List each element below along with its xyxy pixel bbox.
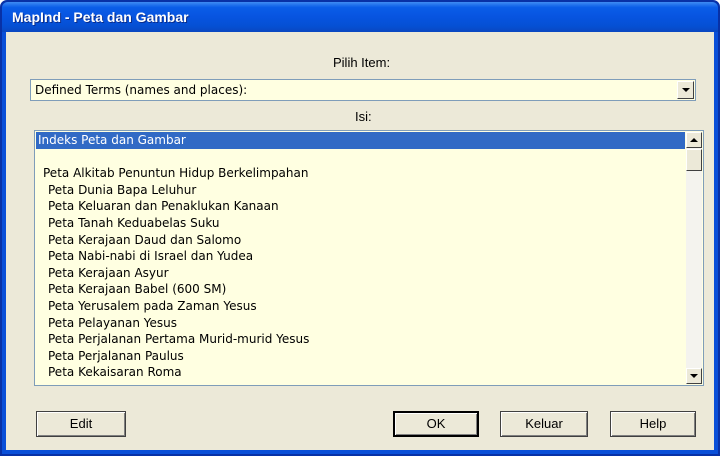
- list-item[interactable]: Peta Keluaran dan Penaklukan Kanaan: [36, 198, 685, 215]
- content-list[interactable]: Indeks Peta dan Gambar Peta Alkitab Penun…: [34, 130, 704, 386]
- title-bar[interactable]: MapInd - Peta dan Gambar: [2, 2, 718, 32]
- list-item[interactable]: Peta Kerajaan Babel (600 SM): [36, 281, 685, 298]
- list-item[interactable]: Peta Alkitab Penuntun Hidup Berkelimpaha…: [36, 165, 685, 182]
- chevron-down-icon[interactable]: [677, 81, 694, 99]
- list-item[interactable]: Peta Kerajaan Asyur: [36, 265, 685, 282]
- keluar-button[interactable]: Keluar: [500, 411, 588, 437]
- list-item[interactable]: Indeks Peta dan Gambar: [36, 132, 685, 149]
- item-select[interactable]: Defined Terms (names and places):: [30, 79, 696, 101]
- help-button[interactable]: Help: [610, 411, 696, 437]
- scroll-thumb[interactable]: [686, 149, 702, 171]
- list-item[interactable]: Peta Tanah Keduabelas Suku: [36, 215, 685, 232]
- list-item[interactable]: Peta Perjalanan Pertama Murid-murid Yesu…: [36, 331, 685, 348]
- list-item[interactable]: Peta Yerusalem pada Zaman Yesus: [36, 298, 685, 315]
- ok-button[interactable]: OK: [393, 411, 479, 437]
- edit-button[interactable]: Edit: [36, 411, 126, 437]
- content-list-items: Indeks Peta dan Gambar Peta Alkitab Penun…: [36, 132, 685, 384]
- list-item[interactable]: Peta Perjalanan Paulus: [36, 348, 685, 365]
- list-item[interactable]: Peta Pelayanan Yesus: [36, 315, 685, 332]
- list-scrollbar[interactable]: [686, 132, 702, 384]
- list-item[interactable]: Peta Nabi-nabi di Israel dan Yudea: [36, 248, 685, 265]
- scroll-up-icon[interactable]: [686, 132, 702, 148]
- list-item[interactable]: Peta Dunia Bapa Leluhur: [36, 182, 685, 199]
- list-item[interactable]: Peta Kerajaan Daud dan Salomo: [36, 232, 685, 249]
- window-title: MapInd - Peta dan Gambar: [12, 9, 189, 25]
- list-item[interactable]: [36, 149, 685, 166]
- list-item[interactable]: Peta Kekaisaran Roma: [36, 364, 685, 381]
- pilih-item-label: Pilih Item:: [333, 55, 391, 70]
- isi-label: Isi:: [355, 109, 372, 124]
- item-select-value: Defined Terms (names and places):: [35, 83, 248, 97]
- scroll-down-icon[interactable]: [686, 368, 702, 384]
